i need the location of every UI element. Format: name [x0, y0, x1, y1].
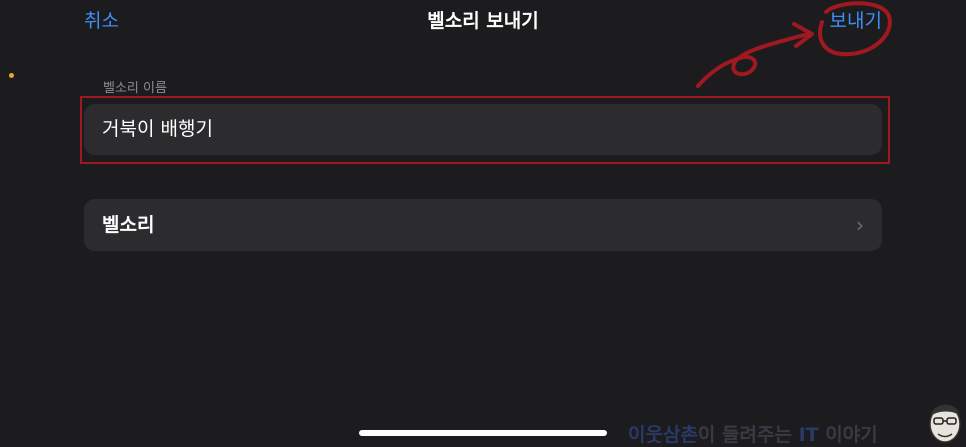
watermark-part1: 이웃삼촌 — [628, 424, 698, 446]
watermark: 이웃삼촌이 들려주는 IT 이야기 — [628, 420, 878, 447]
watermark-part2: 이 들려주는 — [697, 424, 799, 446]
watermark-part4: 이야기 — [818, 424, 878, 446]
watermark-part3: IT — [798, 424, 819, 446]
home-indicator[interactable] — [359, 430, 607, 436]
mascot-face-icon — [929, 404, 961, 443]
annotation-arrow — [696, 1, 892, 88]
